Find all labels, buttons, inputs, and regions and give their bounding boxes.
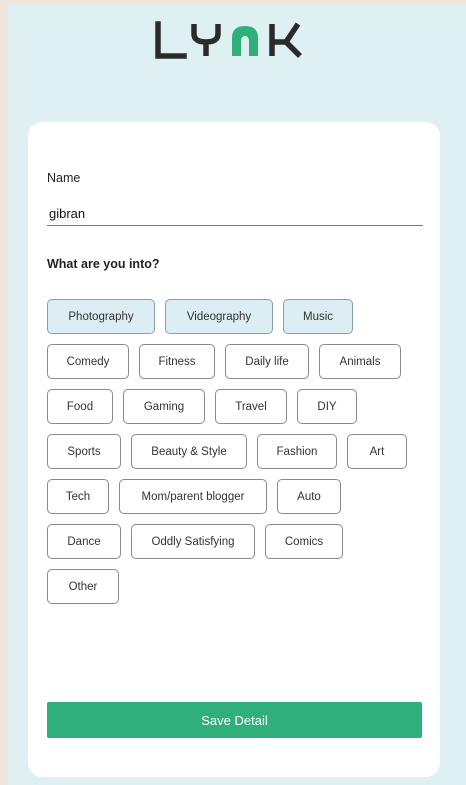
- interest-tag-travel[interactable]: Travel: [215, 389, 287, 424]
- interest-tag-comedy[interactable]: Comedy: [47, 344, 129, 379]
- interests-question: What are you into?: [47, 257, 160, 271]
- save-detail-button[interactable]: Save Detail: [47, 702, 422, 738]
- interest-tag-gaming[interactable]: Gaming: [123, 389, 205, 424]
- name-label: Name: [47, 171, 81, 185]
- tag-row: Food Gaming Travel DIY: [47, 389, 427, 426]
- tag-row: Tech Mom/parent blogger Auto: [47, 479, 427, 516]
- lynk-logo-mark: [155, 21, 302, 59]
- lynk-logo: [8, 18, 466, 64]
- interest-tag-art[interactable]: Art: [347, 434, 407, 469]
- tag-row: Sports Beauty & Style Fashion Art: [47, 434, 427, 471]
- interest-tag-tech[interactable]: Tech: [47, 479, 109, 514]
- tag-row: Other: [47, 569, 427, 606]
- interest-tag-fitness[interactable]: Fitness: [139, 344, 215, 379]
- interest-tag-videography[interactable]: Videography: [165, 299, 273, 334]
- interest-tag-beauty-style[interactable]: Beauty & Style: [131, 434, 247, 469]
- profile-card: Name What are you into? Photography Video…: [28, 122, 440, 777]
- interest-tag-fashion[interactable]: Fashion: [257, 434, 337, 469]
- interest-tag-daily-life[interactable]: Daily life: [225, 344, 309, 379]
- name-input[interactable]: [47, 204, 423, 226]
- app-screen: Name What are you into? Photography Video…: [8, 4, 466, 785]
- interest-tag-music[interactable]: Music: [283, 299, 353, 334]
- interest-tag-auto[interactable]: Auto: [277, 479, 341, 514]
- interest-tag-comics[interactable]: Comics: [265, 524, 343, 559]
- interest-tag-diy[interactable]: DIY: [297, 389, 357, 424]
- interest-tag-animals[interactable]: Animals: [319, 344, 401, 379]
- interest-tag-food[interactable]: Food: [47, 389, 113, 424]
- interest-tags: Photography Videography Music Comedy Fitness…: [47, 299, 427, 614]
- interest-tag-oddly-satisfying[interactable]: Oddly Satisfying: [131, 524, 255, 559]
- tag-row: Photography Videography Music: [47, 299, 427, 336]
- interest-tag-other[interactable]: Other: [47, 569, 119, 604]
- interest-tag-photography[interactable]: Photography: [47, 299, 155, 334]
- interest-tag-mom-parent-blogger[interactable]: Mom/parent blogger: [119, 479, 267, 514]
- interest-tag-dance[interactable]: Dance: [47, 524, 121, 559]
- tag-row: Comedy Fitness Daily life Animals: [47, 344, 427, 381]
- tag-row: Dance Oddly Satisfying Comics: [47, 524, 427, 561]
- interest-tag-sports[interactable]: Sports: [47, 434, 121, 469]
